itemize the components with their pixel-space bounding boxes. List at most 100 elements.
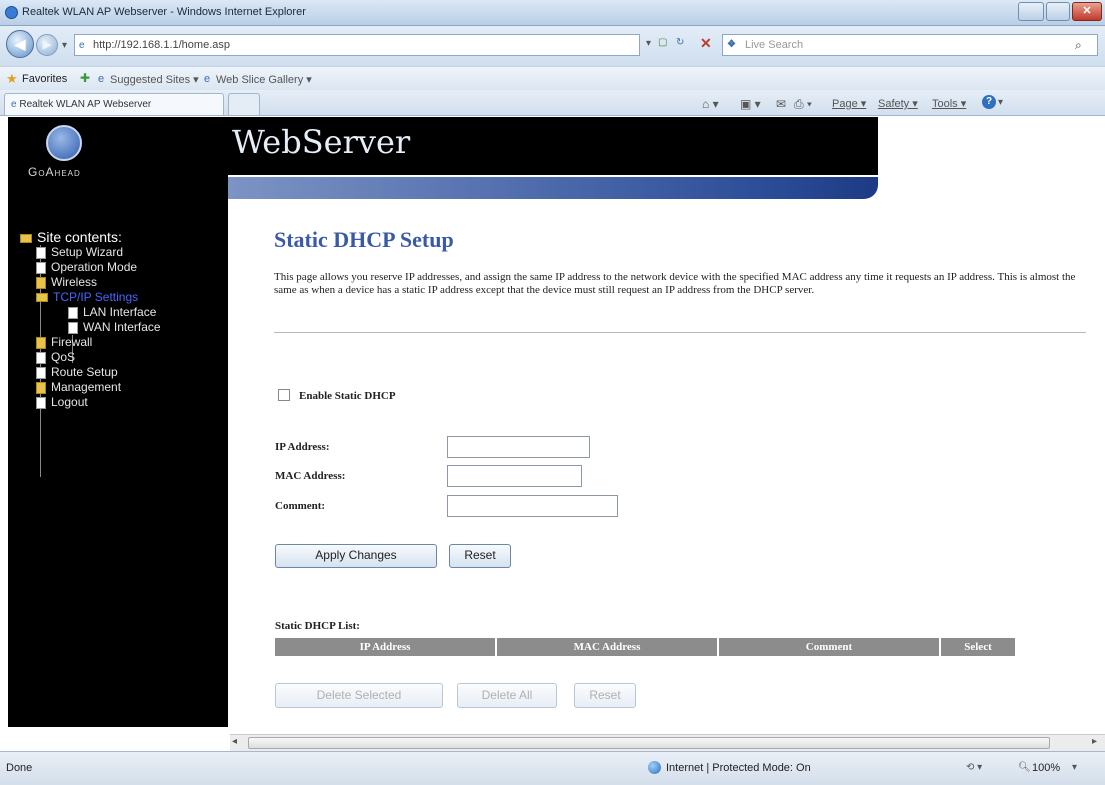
suggested-sites-icon: e bbox=[98, 73, 105, 85]
sidebar-item-label: Operation Mode bbox=[51, 260, 138, 274]
security-zone-icon[interactable]: ⟲ ▾ bbox=[966, 762, 982, 773]
sidebar: GoAhead Site contents: Setup Wizard Opera… bbox=[8, 117, 228, 727]
reset-button[interactable]: Reset bbox=[449, 544, 511, 568]
document-icon bbox=[36, 396, 46, 409]
sidebar-item-qos[interactable]: QoS bbox=[36, 350, 75, 365]
folder-open-icon bbox=[20, 233, 32, 243]
delete-all-button[interactable]: Delete All bbox=[457, 683, 557, 708]
sidebar-item-wan-interface[interactable]: WAN Interface bbox=[68, 320, 161, 335]
suggested-sites-link[interactable]: Suggested Sites ▾ bbox=[110, 73, 199, 86]
tab-title: Realtek WLAN AP Webserver bbox=[19, 99, 152, 110]
sidebar-item-lan-interface[interactable]: LAN Interface bbox=[68, 305, 156, 320]
forward-button[interactable]: ▶ bbox=[36, 34, 58, 56]
col-ip-address: IP Address bbox=[275, 638, 497, 656]
status-bar: Done Internet | Protected Mode: On ⟲ ▾ 🔍… bbox=[0, 751, 1105, 785]
scroll-thumb[interactable] bbox=[248, 737, 1050, 749]
ip-address-label: IP Address: bbox=[275, 441, 330, 453]
page-title-text: Static DHCP Setup bbox=[274, 227, 454, 252]
col-comment: Comment bbox=[719, 638, 941, 656]
search-placeholder: Live Search bbox=[745, 39, 804, 51]
sidebar-item-wireless[interactable]: Wireless bbox=[36, 275, 97, 290]
web-slice-icon: e bbox=[204, 73, 211, 85]
comment-input[interactable] bbox=[447, 495, 618, 517]
refresh-icon[interactable]: ↻ bbox=[676, 37, 684, 48]
sidebar-item-tcp-ip-settings[interactable]: TCP/IP Settings bbox=[36, 290, 138, 305]
sidebar-item-label: LAN Interface bbox=[83, 305, 157, 319]
sidebar-item-label: Firewall bbox=[51, 335, 93, 349]
close-button[interactable]: ✕ bbox=[1072, 2, 1102, 21]
document-icon bbox=[36, 351, 46, 364]
compat-view-icon[interactable]: ▢ bbox=[658, 37, 667, 48]
mail-icon[interactable]: ✉ bbox=[776, 97, 786, 111]
list-reset-button[interactable]: Reset bbox=[574, 683, 636, 708]
scroll-right-icon[interactable]: ▸ bbox=[1092, 736, 1097, 747]
back-button[interactable]: ◀ bbox=[6, 30, 34, 58]
sidebar-item-label: WAN Interface bbox=[83, 320, 161, 334]
mac-address-input[interactable] bbox=[447, 465, 582, 487]
sidebar-item-label: TCP/IP Settings bbox=[53, 290, 139, 304]
minimize-button[interactable] bbox=[1018, 2, 1044, 21]
address-dropdown-icon[interactable]: ▾ bbox=[646, 38, 651, 49]
page-title: Static DHCP Setup bbox=[274, 227, 454, 253]
print-icon[interactable]: ⎙ ▾ bbox=[794, 97, 812, 112]
document-icon bbox=[68, 321, 78, 334]
folder-icon bbox=[36, 336, 46, 349]
zoom-dropdown-icon[interactable]: ▾ bbox=[1072, 762, 1077, 773]
banner: WebServer bbox=[228, 117, 878, 175]
maximize-button[interactable] bbox=[1046, 2, 1070, 21]
history-dropdown-icon[interactable]: ▾ bbox=[62, 40, 67, 51]
sidebar-item-label: Management bbox=[51, 380, 122, 394]
sidebar-item-operation-mode[interactable]: Operation Mode bbox=[36, 260, 137, 275]
zoom-level[interactable]: 100% bbox=[1032, 762, 1060, 774]
col-mac-address: MAC Address bbox=[497, 638, 719, 656]
apply-changes-button[interactable]: Apply Changes bbox=[275, 544, 437, 568]
security-zone[interactable]: Internet | Protected Mode: On bbox=[666, 762, 811, 774]
sidebar-item-label: Setup Wizard bbox=[51, 245, 124, 259]
status-text: Done bbox=[6, 762, 33, 774]
enable-static-dhcp-checkbox[interactable] bbox=[278, 389, 290, 401]
new-tab-button[interactable] bbox=[228, 93, 260, 115]
horizontal-scrollbar[interactable]: ◂ ▸ bbox=[230, 734, 1105, 751]
logo-text: GoAhead bbox=[28, 165, 81, 179]
url-text: http://192.168.1.1/home.asp bbox=[93, 39, 230, 51]
address-bar[interactable]: e http://192.168.1.1/home.asp bbox=[74, 34, 640, 56]
favorites-bar: ★ Favorites ✚ e Suggested Sites ▾ e Web … bbox=[0, 66, 1105, 90]
home-icon[interactable]: ⌂ ▾ bbox=[702, 97, 719, 111]
sidebar-item-route-setup[interactable]: Route Setup bbox=[36, 365, 118, 380]
ip-address-input[interactable] bbox=[447, 436, 590, 458]
page-icon: e bbox=[79, 40, 85, 51]
tab-active[interactable]: e Realtek WLAN AP Webserver bbox=[4, 93, 224, 115]
safety-menu[interactable]: Safety ▾ bbox=[878, 97, 918, 110]
scroll-left-icon[interactable]: ◂ bbox=[232, 736, 237, 747]
favorites-button[interactable]: Favorites bbox=[22, 73, 67, 85]
search-box[interactable]: ❖ Live Search ⌕ bbox=[722, 34, 1098, 56]
delete-selected-button[interactable]: Delete Selected bbox=[275, 683, 443, 708]
sidebar-item-firewall[interactable]: Firewall bbox=[36, 335, 92, 350]
sidebar-item-management[interactable]: Management bbox=[36, 380, 121, 395]
web-slice-link[interactable]: Web Slice Gallery ▾ bbox=[216, 73, 312, 86]
document-icon bbox=[36, 261, 46, 274]
search-icon[interactable]: ⌕ bbox=[1075, 38, 1082, 53]
sidebar-item-setup-wizard[interactable]: Setup Wizard bbox=[36, 245, 123, 260]
goahead-logo-icon bbox=[46, 125, 82, 161]
stop-icon[interactable]: ✕ bbox=[700, 35, 712, 52]
folder-icon bbox=[36, 381, 46, 394]
help-icon[interactable]: ? bbox=[982, 95, 996, 109]
tab-bar: e Realtek WLAN AP Webserver ⌂ ▾ ▣ ▾ ✉ ⎙ … bbox=[0, 90, 1105, 116]
page-description: This page allows you reserve IP addresse… bbox=[274, 271, 1076, 296]
feeds-icon[interactable]: ▣ ▾ bbox=[740, 97, 761, 111]
sidebar-item-label: Route Setup bbox=[51, 365, 118, 379]
page-menu[interactable]: Page ▾ bbox=[832, 97, 866, 110]
address-toolbar: ◀ ▶ ▾ e http://192.168.1.1/home.asp ▾ ▢ … bbox=[0, 26, 1105, 66]
banner-title: WebServer bbox=[232, 123, 411, 161]
static-dhcp-table-header: IP Address MAC Address Comment Select bbox=[275, 638, 1015, 656]
document-icon bbox=[68, 306, 78, 319]
zoom-icon[interactable]: 🔍︎ bbox=[1018, 762, 1031, 773]
mac-address-label: MAC Address: bbox=[275, 470, 346, 482]
tools-menu[interactable]: Tools ▾ bbox=[932, 97, 966, 110]
help-dropdown-icon[interactable]: ▾ bbox=[998, 97, 1003, 108]
sidebar-item-label: Wireless bbox=[51, 275, 98, 289]
add-favorites-icon[interactable]: ✚ bbox=[80, 71, 90, 85]
sidebar-item-logout[interactable]: Logout bbox=[36, 395, 88, 410]
comment-label: Comment: bbox=[275, 500, 326, 512]
